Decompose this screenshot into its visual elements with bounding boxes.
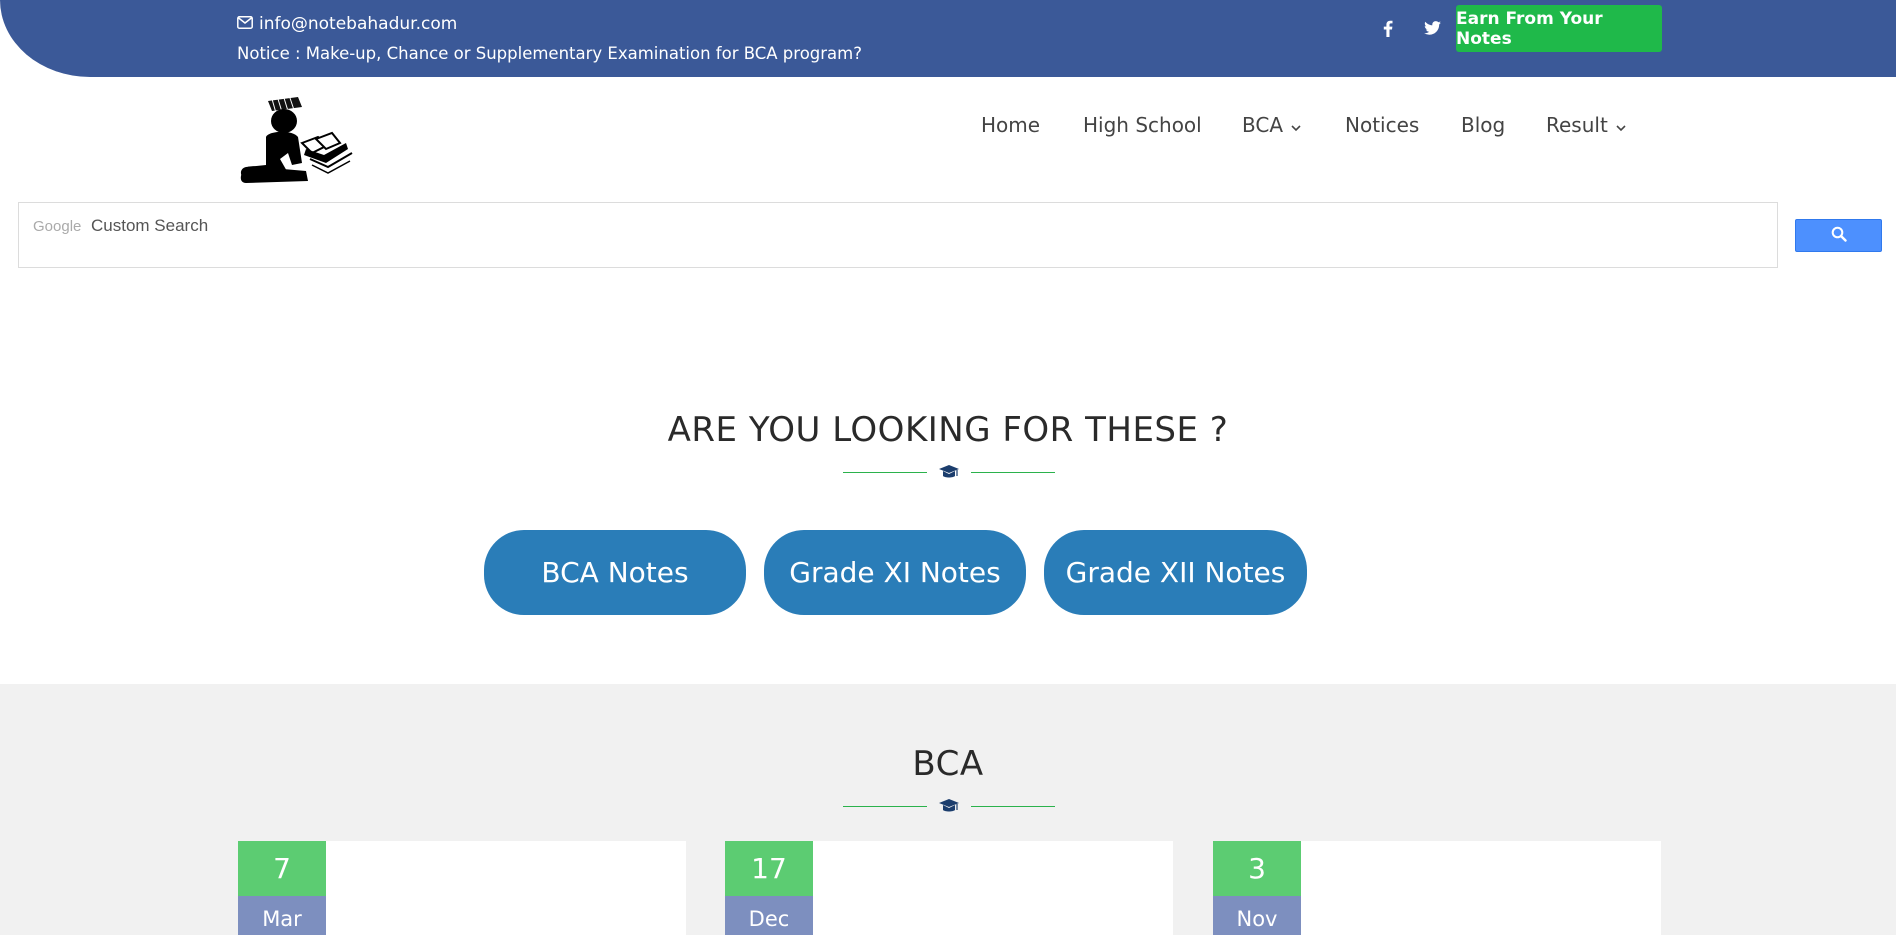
custom-search-box[interactable]: Google Custom Search	[18, 202, 1778, 268]
bca-post-card[interactable]: 17 Dec	[725, 841, 1173, 935]
nav-bca[interactable]: BCA	[1242, 113, 1301, 137]
nav-high-school-label: High School	[1083, 113, 1202, 137]
post-date-day: 17	[725, 841, 813, 896]
search-icon	[1831, 226, 1847, 246]
contact-email[interactable]: info@notebahadur.com	[237, 14, 457, 34]
notice-link[interactable]: Notice : Make-up, Chance or Supplementar…	[237, 44, 862, 63]
title-divider	[843, 462, 1055, 482]
nav-home[interactable]: Home	[981, 113, 1040, 137]
bca-post-card[interactable]: 7 Mar	[238, 841, 686, 935]
bca-post-card[interactable]: 3 Nov	[1213, 841, 1661, 935]
nav-notices[interactable]: Notices	[1345, 113, 1419, 137]
post-date-month: Dec	[725, 896, 813, 935]
bca-section-title: BCA	[912, 744, 984, 784]
grade-xi-notes-button[interactable]: Grade XI Notes	[764, 530, 1026, 615]
graduation-cap-icon	[939, 796, 959, 816]
post-date-day: 3	[1213, 841, 1301, 896]
post-date-day: 7	[238, 841, 326, 896]
post-date-month: Mar	[238, 896, 326, 935]
search-input[interactable]	[31, 213, 1731, 239]
contact-email-text: info@notebahadur.com	[259, 14, 458, 34]
search-button[interactable]	[1795, 219, 1882, 252]
envelope-icon	[237, 14, 253, 34]
bca-notes-button[interactable]: BCA Notes	[484, 530, 746, 615]
twitter-icon[interactable]	[1422, 18, 1442, 38]
post-date-month: Nov	[1213, 896, 1301, 935]
nav-high-school[interactable]: High School	[1083, 113, 1202, 137]
nav-home-label: Home	[981, 113, 1041, 137]
graduation-cap-icon	[939, 462, 959, 482]
nav-notices-label: Notices	[1345, 113, 1420, 137]
nav-blog[interactable]: Blog	[1461, 113, 1505, 137]
grade-xii-notes-button[interactable]: Grade XII Notes	[1044, 530, 1307, 615]
site-logo[interactable]	[236, 93, 354, 185]
chevron-down-icon	[1616, 113, 1626, 137]
nav-blog-label: Blog	[1461, 113, 1506, 137]
earn-from-notes-button[interactable]: Earn From Your Notes	[1456, 5, 1662, 52]
nav-bca-label: BCA	[1242, 113, 1284, 137]
facebook-icon[interactable]	[1378, 18, 1398, 38]
chevron-down-icon	[1291, 113, 1301, 137]
nav-result-label: Result	[1546, 113, 1608, 137]
nav-result[interactable]: Result	[1546, 113, 1626, 137]
looking-section-title: ARE YOU LOOKING FOR THESE ?	[667, 410, 1229, 450]
bca-title-divider	[843, 796, 1055, 816]
